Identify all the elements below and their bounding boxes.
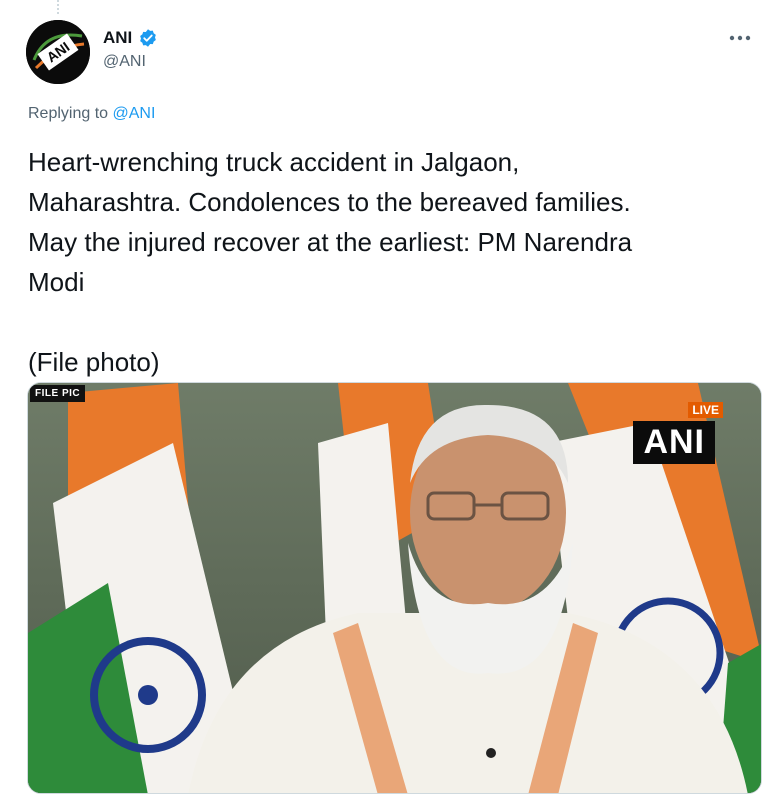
verified-badge-icon: [138, 28, 158, 48]
author-display-name[interactable]: ANI: [103, 28, 132, 48]
file-pic-label: FILE PIC: [30, 385, 86, 402]
replying-prefix: Replying to: [28, 105, 113, 122]
tweet-text-line: Maharashtra. Condolences to the bereaved…: [28, 187, 631, 217]
author-name-row[interactable]: ANI: [103, 28, 158, 48]
tweet-media-photo[interactable]: FILE PIC LIVE ANI: [27, 382, 762, 794]
author-handle[interactable]: @ANI: [103, 53, 146, 71]
live-badge: LIVE: [688, 402, 723, 418]
avatar[interactable]: ANI: [26, 20, 90, 84]
tweet-text-line: Modi: [28, 267, 85, 297]
more-horizontal-icon: [729, 35, 751, 41]
tweet: ANI ANI @ANI Replying to @ANI Heart-wren…: [0, 0, 768, 800]
thread-connector-line: [57, 0, 59, 14]
tweet-text-line: May the injured recover at the earliest:…: [28, 227, 633, 257]
ani-watermark: ANI: [633, 421, 715, 464]
replying-mention-link[interactable]: @ANI: [113, 105, 156, 122]
tweet-text-line: Heart-wrenching truck accident in Jalgao…: [28, 147, 520, 177]
tweet-text: Heart-wrenching truck accident in Jalgao…: [28, 142, 748, 382]
more-options-button[interactable]: [722, 24, 758, 52]
replying-to: Replying to @ANI: [28, 105, 155, 123]
tweet-text-footer: (File photo): [28, 347, 160, 377]
ani-logo-icon: ANI: [26, 20, 90, 84]
